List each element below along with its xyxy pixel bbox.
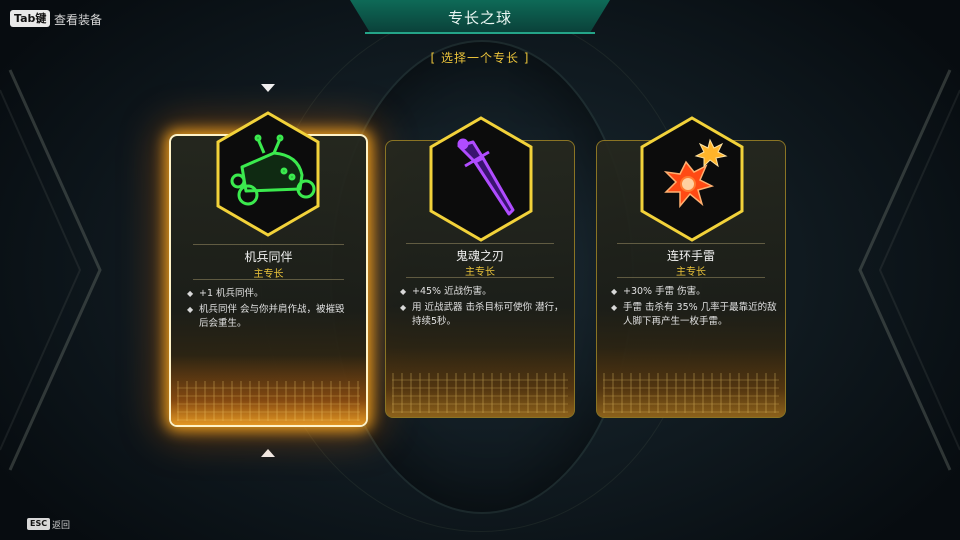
- perk-name: 机兵同伴: [244, 250, 293, 264]
- perk-name: 鬼魂之刃: [455, 249, 504, 263]
- ghost-dagger-icon: [429, 116, 533, 242]
- card-divider: [406, 277, 554, 278]
- grenade-explosion-icon: [640, 116, 744, 242]
- selection-arrow-down-icon: [261, 84, 275, 92]
- left-frame-chevron: [0, 69, 102, 471]
- card-divider: [193, 244, 344, 245]
- card-circuit-pattern: [177, 381, 360, 421]
- perk-tag: 主专长: [465, 267, 495, 278]
- card-divider: [617, 277, 765, 278]
- tab-key-badge[interactable]: Tab键: [10, 10, 51, 27]
- perk-tag: 主专长: [676, 267, 706, 278]
- card-circuit-pattern: [603, 373, 779, 413]
- robot-companion-icon: [216, 111, 320, 237]
- right-frame-chevron: [858, 69, 960, 471]
- page-title: 专长之球: [447, 9, 512, 27]
- selection-arrow-up-icon: [261, 449, 275, 457]
- perk-tag: 主专长: [253, 269, 284, 280]
- bullet-diamond-icon: ◆: [187, 289, 194, 298]
- card-circuit-pattern: [392, 373, 568, 413]
- bullet-diamond-icon: ◆: [611, 287, 618, 296]
- card-divider: [193, 279, 344, 280]
- bullet-diamond-icon: ◆: [611, 303, 618, 312]
- page-subtitle: [ 选择一个专长 ]: [430, 51, 530, 65]
- bullet-diamond-icon: ◆: [400, 303, 407, 312]
- back-hint[interactable]: 返回: [52, 518, 70, 531]
- title-banner-edge: [365, 32, 595, 34]
- esc-key-badge[interactable]: ESC: [27, 518, 51, 530]
- bullet-diamond-icon: ◆: [187, 305, 194, 314]
- perk-name: 连环手雷: [666, 249, 715, 263]
- bullet-diamond-icon: ◆: [400, 287, 407, 296]
- view-equipment-hint[interactable]: 查看装备: [54, 11, 102, 28]
